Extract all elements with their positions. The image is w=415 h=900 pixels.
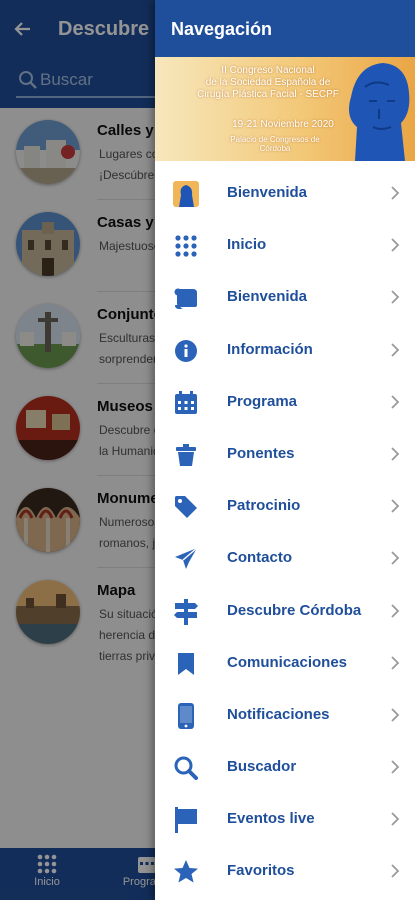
chevron-right-icon	[391, 656, 400, 670]
chevron-right-icon	[391, 290, 400, 305]
chevron-right-icon	[391, 447, 400, 461]
menu-item-ponentes[interactable]: Ponentes	[155, 429, 415, 481]
menu-item-label: Contacto	[227, 549, 292, 567]
scroll-icon	[173, 285, 199, 311]
menu-item-programa[interactable]: Programa	[155, 377, 415, 429]
banner-line: Cirugía Plástica Facial - SECPF	[197, 89, 339, 100]
chevron-right-icon	[391, 708, 400, 722]
menu-item-bienvenida-2[interactable]: Bienvenida	[155, 272, 415, 324]
menu-item-eventos-live[interactable]: Eventos live	[155, 794, 415, 846]
cup-icon	[173, 442, 199, 468]
chevron-right-icon	[391, 499, 400, 513]
star-icon	[173, 859, 199, 885]
banner-date: 19-21 Noviembre 2020	[232, 119, 334, 130]
menu-item-label: Bienvenida	[227, 288, 308, 306]
menu-item-label: Patrocinio	[227, 497, 301, 515]
chevron-right-icon	[391, 812, 400, 826]
tag-icon	[173, 494, 199, 520]
drawer-title: Navegación	[171, 19, 273, 39]
signpost-icon	[173, 598, 199, 625]
info-icon	[173, 338, 199, 364]
search-icon	[173, 755, 199, 781]
banner-venue: Palacio de Congresos de Córdoba	[230, 135, 320, 153]
chevron-right-icon	[391, 395, 400, 409]
chevron-right-icon	[391, 760, 400, 774]
navigation-drawer: Navegación II Congreso Nacional de la So…	[155, 0, 415, 900]
chevron-right-icon	[391, 238, 400, 252]
bookmark-icon	[173, 651, 199, 677]
menu-item-label: Descubre Córdoba	[227, 601, 362, 619]
menu-item-inicio[interactable]: Inicio	[155, 220, 415, 272]
banner-text: II Congreso Nacional de la Sociedad Espa…	[183, 65, 353, 101]
menu-item-comunicaciones[interactable]: Comunicaciones	[155, 638, 415, 690]
menu-item-label: Ponentes	[227, 444, 295, 462]
paper-plane-icon	[173, 546, 199, 572]
chevron-right-icon	[391, 864, 400, 879]
menu-item-contacto[interactable]: Contacto	[155, 533, 415, 585]
chevron-right-icon	[391, 342, 400, 357]
congress-banner: II Congreso Nacional de la Sociedad Espa…	[155, 57, 415, 161]
menu-item-label: Buscador	[227, 758, 297, 776]
menu-item-buscador[interactable]: Buscador	[155, 742, 415, 794]
menu-item-label: Eventos live	[227, 810, 315, 828]
menu-item-descubre-cordoba[interactable]: Descubre Córdoba	[155, 586, 415, 638]
banner-line: II Congreso Nacional	[221, 65, 315, 76]
menu-item-label: Programa	[227, 392, 298, 410]
menu-item-informacion[interactable]: Información	[155, 325, 415, 377]
flag-icon	[173, 807, 199, 834]
menu-item-bienvenida[interactable]: Bienvenida	[155, 168, 415, 220]
menu-item-label: Información	[227, 340, 313, 358]
drawer-menu: Bienvenida Inicio Bienvenida Información	[155, 168, 415, 899]
menu-item-label: Inicio	[227, 236, 267, 254]
chevron-right-icon	[391, 603, 400, 618]
face-sculpture-image	[335, 57, 415, 161]
welcome-photo-icon	[173, 181, 199, 207]
banner-line: de la Sociedad Española de	[205, 77, 331, 88]
drawer-header: Navegación	[155, 0, 415, 57]
menu-item-label: Notificaciones	[227, 705, 330, 723]
chevron-right-icon	[391, 186, 400, 200]
mobile-icon	[173, 702, 199, 729]
menu-item-favoritos[interactable]: Favoritos	[155, 846, 415, 898]
menu-item-patrocinio[interactable]: Patrocinio	[155, 481, 415, 533]
calendar-icon	[173, 390, 199, 416]
menu-item-label: Bienvenida	[227, 184, 308, 201]
menu-item-notificaciones[interactable]: Notificaciones	[155, 690, 415, 742]
menu-item-label: Favoritos	[227, 862, 295, 880]
chevron-right-icon	[391, 551, 400, 565]
menu-item-label: Comunicaciones	[227, 653, 348, 671]
grid-icon	[173, 233, 199, 259]
